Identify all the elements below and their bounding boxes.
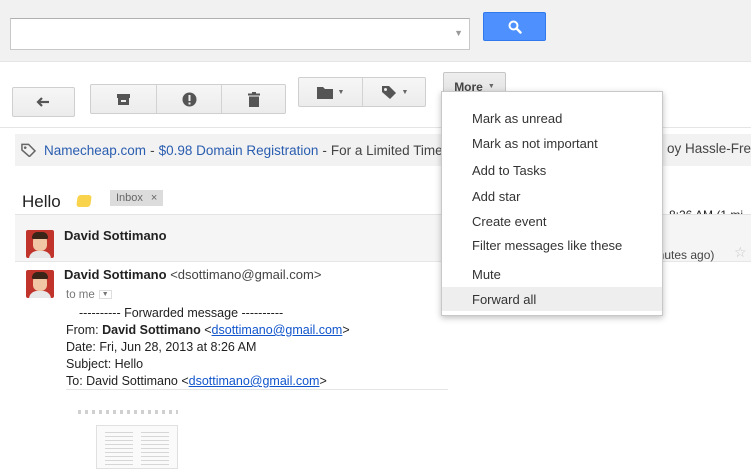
- star-icon[interactable]: ☆: [734, 244, 747, 261]
- search-dropdown-icon[interactable]: ▼: [454, 28, 463, 38]
- search-icon: [508, 20, 522, 34]
- top-bar: ▼: [0, 0, 751, 62]
- important-marker-icon[interactable]: [76, 195, 92, 207]
- chevron-down-icon: ▼: [401, 88, 409, 96]
- search-input[interactable]: ▼: [10, 18, 470, 50]
- email-link[interactable]: dsottimano@gmail.com: [189, 374, 320, 388]
- message-sender: David Sottimano <dsottimano@gmail.com>: [64, 267, 321, 282]
- show-details-dropdown-icon[interactable]: ▼: [98, 290, 112, 300]
- reply-arrow-icon: [35, 97, 49, 107]
- label-chip-text: Inbox: [116, 192, 143, 204]
- ad-text-tail: oy Hassle-Free: [667, 141, 751, 156]
- delete-button[interactable]: [222, 85, 286, 113]
- forward-header: ---------- Forwarded message ----------: [79, 306, 284, 320]
- email-link[interactable]: dsottimano@gmail.com: [212, 323, 343, 337]
- action-button-group: [90, 84, 286, 114]
- search-button[interactable]: [483, 12, 546, 41]
- recipient-line: to me ▼: [66, 289, 112, 301]
- menu-item-filter-messages-like-these[interactable]: Filter messages like these: [442, 233, 662, 257]
- forward-from: From: David Sottimano <dsottimano@gmail.…: [66, 323, 350, 337]
- menu-item-add-to-tasks[interactable]: Add to Tasks: [442, 158, 662, 182]
- report-spam-icon: [182, 92, 196, 106]
- report-spam-button[interactable]: [157, 85, 221, 113]
- chevron-down-icon: ▼: [487, 83, 495, 90]
- folder-icon: [316, 86, 333, 99]
- menu-item-forward-all[interactable]: Forward all: [442, 287, 662, 311]
- avatar: [26, 230, 54, 258]
- move-to-button[interactable]: ▼: [299, 78, 362, 106]
- ad-separator: -: [150, 142, 155, 158]
- close-icon[interactable]: ×: [151, 192, 157, 204]
- label-tag-icon: [21, 143, 36, 157]
- relative-time: inutes ago): [655, 248, 715, 262]
- attachment-separator: [78, 410, 178, 414]
- label-tag-icon: [381, 86, 396, 99]
- recipient-text: to me: [66, 289, 95, 301]
- menu-item-add-star[interactable]: Add star: [442, 184, 662, 208]
- ad-separator: -: [322, 142, 327, 158]
- divider: [66, 389, 448, 390]
- avatar: [26, 270, 54, 298]
- attachment-thumbnail[interactable]: [96, 425, 178, 469]
- menu-item-mark-as-not-important[interactable]: Mark as not important: [442, 131, 662, 155]
- label-chip-inbox: Inbox ×: [110, 190, 164, 206]
- more-actions-menu: Mark as unread Mark as not important Add t…: [441, 91, 663, 316]
- sender-name: David Sottimano: [64, 267, 167, 282]
- archive-icon: [117, 93, 130, 105]
- trash-icon: [248, 91, 260, 107]
- menu-item-create-event[interactable]: Create event: [442, 209, 662, 233]
- forward-date: Date: Fri, Jun 28, 2013 at 8:26 AM: [66, 340, 257, 354]
- ad-advertiser-link[interactable]: Namecheap.com: [44, 143, 146, 158]
- thread-sender-name: David Sottimano: [64, 228, 167, 243]
- labels-button[interactable]: ▼: [363, 78, 426, 106]
- forward-subject: Subject: Hello: [66, 357, 144, 371]
- menu-item-mute[interactable]: Mute: [442, 262, 662, 286]
- message-subject: Hello: [22, 192, 61, 211]
- ad-offer-link[interactable]: $0.98 Domain Registration: [159, 143, 319, 158]
- forward-to: To: David Sottimano <dsottimano@gmail.co…: [66, 374, 327, 388]
- message-body: ---------- Forwarded message ---------- …: [66, 305, 350, 390]
- chevron-down-icon: ▼: [337, 88, 345, 96]
- organize-button-group: ▼ ▼: [298, 77, 426, 107]
- archive-button[interactable]: [91, 85, 156, 113]
- back-button[interactable]: [12, 87, 75, 117]
- sender-email: <dsottimano@gmail.com>: [170, 267, 322, 282]
- menu-item-mark-as-unread[interactable]: Mark as unread: [442, 106, 662, 130]
